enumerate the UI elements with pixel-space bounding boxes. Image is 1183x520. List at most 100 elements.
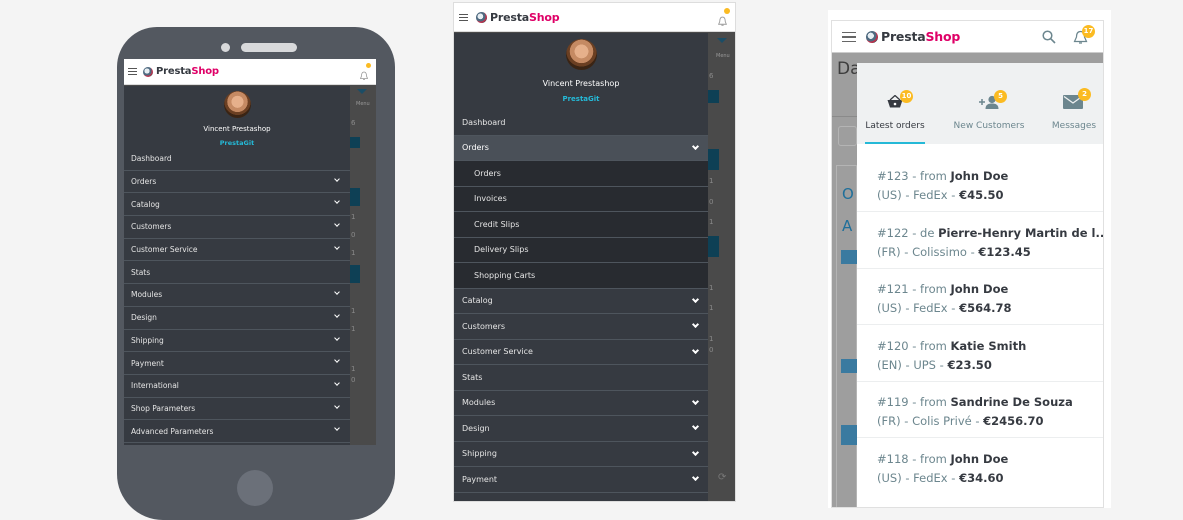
menu-item-stats[interactable]: Stats	[454, 365, 708, 391]
chevron-down-icon[interactable]	[691, 397, 700, 405]
order-separator: -	[900, 414, 913, 428]
notification-badge	[724, 8, 730, 14]
chevron-down-icon[interactable]	[334, 402, 340, 409]
menu-item-orders[interactable]: Orders	[454, 135, 708, 161]
menu-item-label: Dashboard	[131, 154, 172, 164]
hamburger-icon[interactable]	[459, 13, 468, 21]
menu-item-catalog[interactable]: Catalog	[454, 289, 708, 314]
chevron-down-icon[interactable]	[334, 425, 340, 432]
chevron-down-icon[interactable]	[334, 243, 340, 250]
menu-item-shop-parameters[interactable]: Shop Parameters	[124, 398, 350, 421]
logo-mark-icon	[866, 30, 878, 43]
tab-label: Latest orders	[865, 121, 925, 131]
order-separator: -	[901, 357, 914, 372]
chevron-down-icon[interactable]	[334, 289, 340, 295]
menu-item-label: Catalog	[462, 296, 493, 306]
background-block	[841, 250, 857, 264]
chevron-down-icon[interactable]	[334, 334, 340, 341]
search-icon[interactable]	[1042, 29, 1056, 48]
tab-messages[interactable]: 2 Messages	[1045, 63, 1103, 144]
menu-item-stats[interactable]: Stats	[124, 261, 350, 285]
phone2-header: Presta Shop	[454, 3, 735, 32]
menu-item-advanced-parameters[interactable]: Advanced Parameters	[124, 420, 350, 443]
menu-item-customers[interactable]: Customers	[124, 216, 350, 239]
tab-new-customers[interactable]: 5 New Customers	[944, 63, 1034, 144]
tab-latest-orders[interactable]: 10 Latest orders	[860, 63, 930, 144]
chevron-down-icon[interactable]	[334, 198, 340, 205]
hamburger-icon[interactable]	[842, 31, 856, 42]
order-line-2: (FR) - Colissimo - €123.45	[877, 245, 1031, 259]
order-list-item[interactable]: #121 - from John Doe (US) - FedEx - €564.…	[857, 269, 1103, 325]
chevron-down-icon[interactable]	[691, 473, 700, 482]
chevron-down-icon[interactable]	[334, 357, 340, 364]
prestashop-logo[interactable]: Presta Shop	[143, 66, 219, 77]
menu-item-modules[interactable]: Modules	[124, 284, 350, 307]
chevron-down-icon[interactable]	[334, 175, 340, 182]
menu-item-dashboard[interactable]: Dashboard	[454, 110, 708, 136]
orders-count-badge: 10	[900, 90, 913, 103]
bell-icon[interactable]	[359, 63, 371, 80]
prestashop-logo[interactable]: Presta Shop	[476, 11, 560, 24]
phone2-screen: Presta Shop Menu 6 1 0 1 1 1 1 0 ⟳ Vincen…	[453, 2, 736, 502]
avatar[interactable]	[223, 91, 251, 118]
menu-item-catalog[interactable]: Catalog	[124, 193, 350, 217]
menu-item-design[interactable]: Design	[124, 307, 350, 330]
order-list-item[interactable]: #120 - from Katie Smith (EN) - UPS - €23.…	[857, 326, 1103, 382]
menu-item-payment[interactable]: Payment	[454, 467, 708, 493]
menu-item-international[interactable]: International	[124, 375, 350, 398]
chevron-down-icon[interactable]	[691, 295, 700, 303]
chevron-down-icon[interactable]	[691, 346, 700, 354]
chevron-down-icon[interactable]	[691, 320, 700, 329]
order-separator: -	[901, 470, 914, 485]
menu-item-design[interactable]: Design	[454, 416, 708, 442]
background-number: 6	[709, 72, 714, 80]
menu-item-dashboard[interactable]: Dashboard	[124, 148, 350, 171]
refresh-icon[interactable]: ⟳	[718, 472, 726, 483]
order-list-item[interactable]: #118 - from John Doe (US) - FedEx - €34.6…	[857, 439, 1103, 495]
menu-item-label: Stats	[131, 267, 151, 277]
order-list-item[interactable]: #123 - from John Doe (US) - FedEx - €45.5…	[857, 156, 1103, 212]
menu-item-payment[interactable]: Payment	[124, 352, 350, 375]
submenu-item-delivery-slips[interactable]: Delivery Slips	[454, 237, 708, 263]
chevron-down-icon[interactable]	[691, 448, 700, 456]
chevron-down-icon[interactable]	[334, 311, 340, 318]
menu-item-label: Stats	[462, 372, 483, 382]
order-country: (EN)	[877, 357, 902, 372]
order-list-item[interactable]: #122 - de Pierre-Henry Martin de l... (FR…	[857, 213, 1103, 269]
submenu-item-credit-slips[interactable]: Credit Slips	[454, 212, 708, 238]
chevron-down-icon[interactable]	[334, 380, 340, 386]
prestashop-logo[interactable]: Presta Shop	[866, 29, 960, 44]
submenu-item-invoices[interactable]: Invoices	[454, 186, 708, 212]
background-page-peek: Menu 6 1 0 1 1 1 1 0 ⟳	[708, 32, 735, 501]
order-list-item[interactable]: #119 - from Sandrine De Souza (FR) - Coli…	[857, 382, 1103, 438]
background-block	[841, 425, 857, 445]
order-customer: John Doe	[950, 451, 1009, 466]
submenu-item-shopping-carts[interactable]: Shopping Carts	[454, 263, 708, 289]
background-page-peek: Menu 6 1 0 1 1 1 1 0	[350, 85, 376, 445]
bell-icon[interactable]: 17	[1073, 25, 1095, 44]
order-line-1: #119 - from Sandrine De Souza	[877, 395, 1073, 409]
menu-item-customers[interactable]: Customers	[454, 314, 708, 340]
menu-item-shipping[interactable]: Shipping	[124, 330, 350, 353]
phone1-sidebar: Vincent Prestashop PrestaGit Dashboard Or…	[124, 86, 350, 445]
menu-item-customer-service[interactable]: Customer Service	[454, 340, 708, 365]
order-country: (US)	[877, 470, 902, 485]
menu-item-modules[interactable]: Modules	[454, 391, 708, 416]
background-number: 1	[351, 307, 356, 315]
avatar[interactable]	[565, 39, 597, 70]
submenu-item-label: Invoices	[474, 194, 507, 204]
background-number: 0	[709, 346, 714, 354]
profile-shop[interactable]: PrestaGit	[454, 95, 708, 103]
menu-item-customer-service[interactable]: Customer Service	[124, 239, 350, 262]
menu-item-shipping[interactable]: Shipping	[454, 442, 708, 467]
profile-shop[interactable]: PrestaGit	[124, 139, 350, 147]
bell-icon[interactable]	[718, 8, 730, 26]
chevron-down-icon[interactable]	[691, 142, 700, 150]
chevron-down-icon[interactable]	[691, 422, 700, 431]
background-block	[350, 188, 360, 206]
submenu-item-orders[interactable]: Orders	[454, 161, 708, 187]
home-button[interactable]	[237, 470, 273, 506]
chevron-down-icon[interactable]	[334, 221, 340, 227]
hamburger-icon[interactable]	[128, 68, 137, 75]
menu-item-orders[interactable]: Orders	[124, 171, 350, 194]
